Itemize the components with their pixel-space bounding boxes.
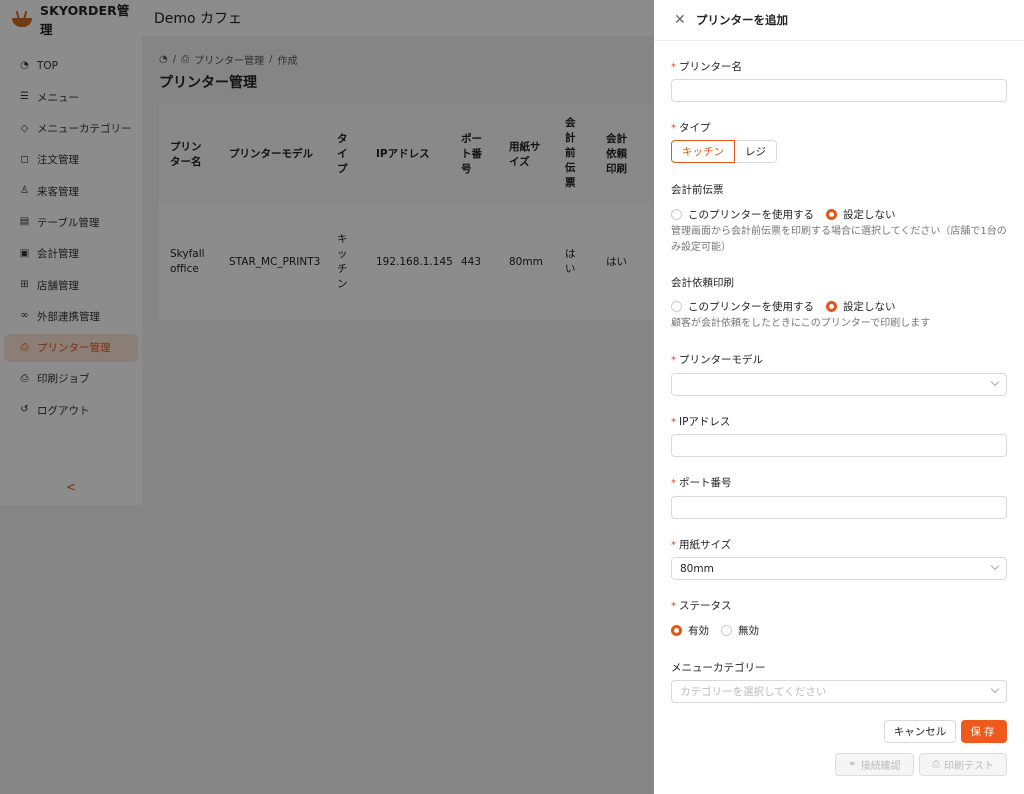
checkout-request-label: 会計依頼印刷	[671, 277, 734, 289]
radio-label[interactable]: 無効	[738, 623, 759, 638]
required-mark: *	[671, 478, 676, 489]
add-printer-drawer: ✕ プリンターを追加 * プリンター名 * タイプ キッチン レジ 会計前伝票 この…	[654, 0, 1024, 794]
menu-category-select[interactable]: カテゴリーを選択してください	[671, 680, 1007, 703]
required-mark: *	[671, 62, 676, 73]
checkout-request-help: 顧客が会計依頼をしたときにこのプリンターで印刷します	[671, 318, 931, 329]
close-icon[interactable]: ✕	[674, 12, 686, 28]
radio-label[interactable]: 設定しない	[843, 299, 896, 314]
type-selector: キッチン レジ	[671, 140, 777, 163]
required-mark: *	[671, 123, 676, 134]
required-mark: *	[671, 540, 676, 551]
status-label: * ステータス	[671, 600, 732, 612]
type-option-kitchen[interactable]: キッチン	[671, 140, 735, 163]
printer-model-select[interactable]	[671, 373, 1007, 396]
radio-label[interactable]: 設定しない	[843, 207, 896, 222]
printer-model-label: * プリンターモデル	[671, 354, 763, 366]
printer-name-input[interactable]	[671, 79, 1007, 102]
pre-receipt-radio-group: このプリンターを使用する 設定しない	[671, 207, 908, 222]
port-input[interactable]	[671, 496, 1007, 519]
chevron-down-icon	[990, 684, 1000, 694]
required-mark: *	[671, 417, 676, 428]
chevron-down-icon	[990, 377, 1000, 387]
pre-receipt-help: 管理画面から会計前伝票を印刷する場合に選択してください（店舗で1台のみ設定可能）	[671, 226, 1007, 253]
paper-size-label: * 用紙サイズ	[671, 539, 732, 551]
port-label: * ポート番号	[671, 477, 732, 489]
required-mark: *	[671, 355, 676, 366]
printer-icon: ⎙	[932, 759, 940, 770]
checkout-none-radio[interactable]	[826, 301, 837, 312]
status-radio-group: 有効 無効	[671, 623, 771, 638]
required-mark: *	[671, 601, 676, 612]
radio-label[interactable]: 有効	[688, 623, 709, 638]
checkout-use-radio[interactable]	[671, 301, 682, 312]
type-label: * タイプ	[671, 122, 711, 134]
pre-receipt-use-radio[interactable]	[671, 209, 682, 220]
radio-label[interactable]: このプリンターを使用する	[688, 299, 814, 314]
save-button[interactable]: 保存	[961, 720, 1007, 743]
printer-name-label: * プリンター名	[671, 61, 742, 73]
cancel-button[interactable]: キャンセル	[884, 720, 956, 743]
print-test-button[interactable]: ⎙ 印刷テスト	[919, 753, 1007, 776]
ip-address-label: * IPアドレス	[671, 416, 731, 428]
type-option-register[interactable]: レジ	[735, 140, 777, 163]
link-icon: ⚭	[848, 759, 857, 770]
menu-category-label: メニューカテゴリー	[671, 662, 766, 674]
paper-size-select[interactable]: 80mm	[671, 557, 1007, 580]
radio-label[interactable]: このプリンターを使用する	[688, 207, 814, 222]
connection-check-button[interactable]: ⚭ 接続確認	[835, 753, 914, 776]
pre-receipt-label: 会計前伝票	[671, 184, 724, 196]
checkout-request-radio-group: このプリンターを使用する 設定しない	[671, 299, 908, 314]
pre-receipt-none-radio[interactable]	[826, 209, 837, 220]
ip-address-input[interactable]	[671, 434, 1007, 457]
drawer-header: ✕ プリンターを追加	[654, 0, 1024, 41]
chevron-down-icon	[990, 561, 1000, 571]
status-disabled-radio[interactable]	[721, 625, 732, 636]
status-enabled-radio[interactable]	[671, 625, 682, 636]
drawer-title: プリンターを追加	[696, 13, 788, 27]
